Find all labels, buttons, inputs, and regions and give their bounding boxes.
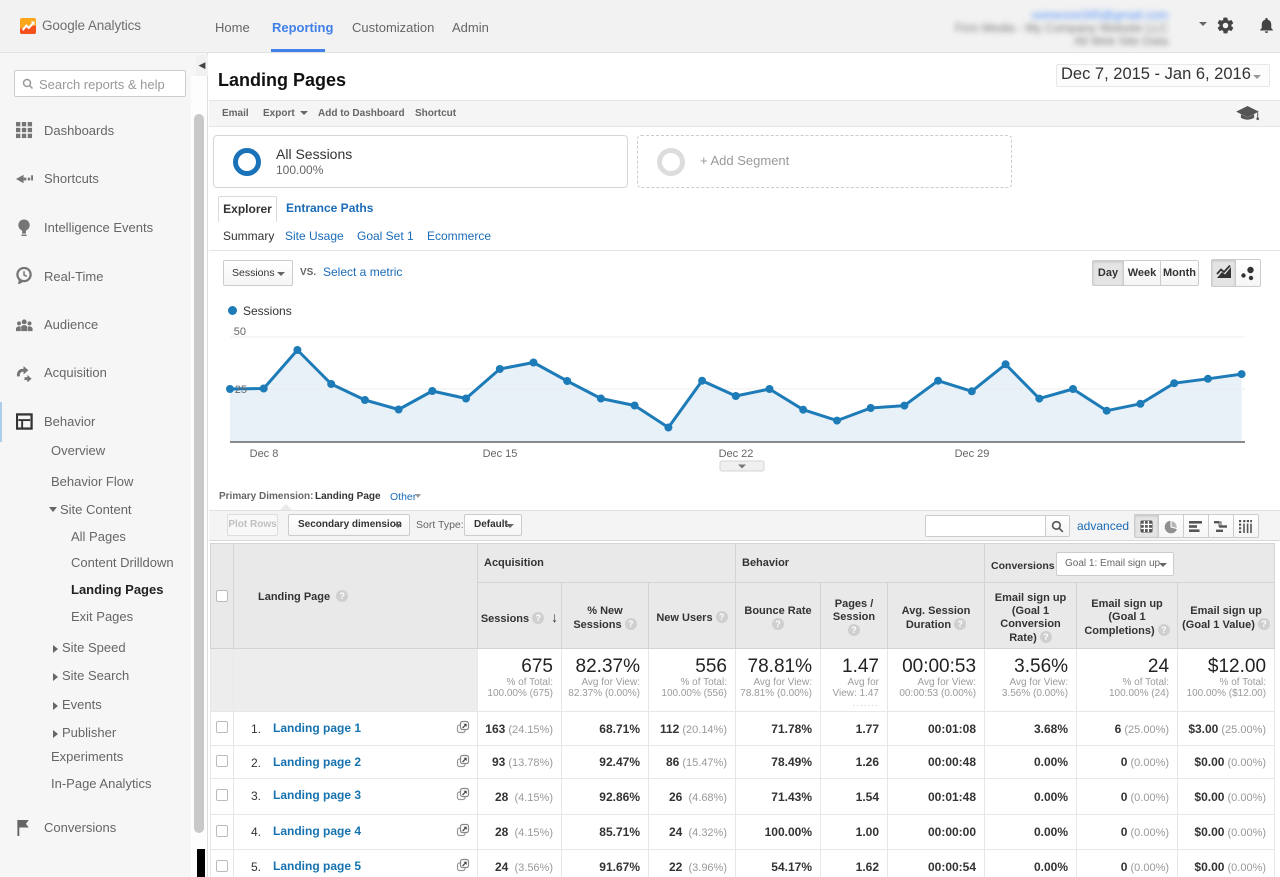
svg-text:25: 25 (235, 384, 247, 396)
svg-text:Dec 29: Dec 29 (955, 448, 990, 460)
svg-text:Dec 22: Dec 22 (719, 448, 754, 460)
svg-text:Dec 15: Dec 15 (483, 448, 518, 460)
svg-text:50: 50 (234, 326, 246, 338)
svg-text:Dec 8: Dec 8 (250, 448, 279, 460)
